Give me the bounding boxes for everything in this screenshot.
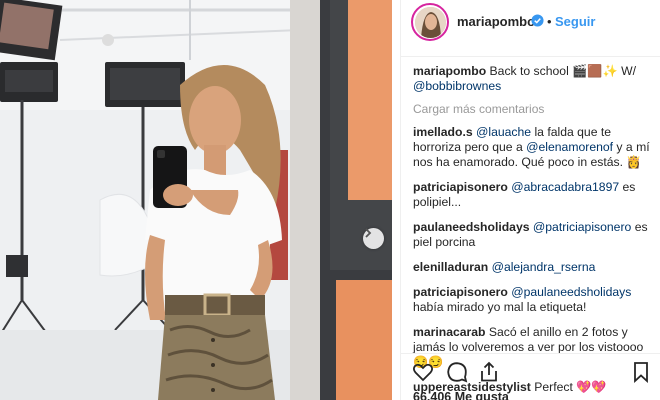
comment-mention[interactable]: @paulaneedsholidays (511, 285, 631, 299)
list-item: patriciapisonero @abracadabra1897 es pol… (413, 180, 653, 210)
comment-text: Back to school 🎬🟫✨ W/ (489, 64, 636, 78)
verified-badge-icon (531, 14, 544, 27)
comment-username[interactable]: patriciapisonero (413, 285, 508, 299)
post-side-panel: mariapombo • Seguir mariapombo Back to s… (400, 0, 660, 400)
comment-mention[interactable]: @patriciapisonero (533, 220, 631, 234)
avatar[interactable] (411, 3, 449, 41)
comment-username[interactable]: mariapombo (413, 64, 486, 78)
load-more-comments-link[interactable]: Cargar más comentarios (413, 102, 653, 117)
bookmark-icon[interactable] (629, 360, 653, 384)
comments-list: mariapombo Back to school 🎬🟫✨ W/ @bobbib… (413, 64, 653, 400)
actions-divider (401, 353, 660, 354)
post-author-username[interactable]: mariapombo (457, 14, 535, 29)
comment-mention[interactable]: @lauache (476, 125, 531, 139)
comment-mention[interactable]: @bobbibrownes (413, 79, 501, 93)
chevron-right-icon (365, 228, 372, 238)
post-photo[interactable] (0, 0, 392, 400)
header-divider (401, 56, 660, 57)
heart-icon[interactable] (411, 360, 435, 384)
list-item: patriciapisonero @paulaneedsholidays hab… (413, 285, 653, 315)
share-icon[interactable] (477, 360, 501, 384)
comment-username[interactable]: paulaneedsholidays (413, 220, 530, 234)
header-separator-dot: • (547, 14, 552, 29)
avatar-image (414, 6, 446, 38)
list-item: elenilladuran @alejandra_rserna (413, 260, 653, 275)
comment-text: Perfect 💖💖 (534, 380, 607, 394)
caption: mariapombo Back to school 🎬🟫✨ W/ @bobbib… (413, 64, 653, 94)
comment-username[interactable]: marinacarab (413, 325, 486, 339)
comment-username[interactable]: elenilladuran (413, 260, 488, 274)
carousel-next-button[interactable] (363, 228, 384, 249)
comment-bubble-icon[interactable] (445, 360, 469, 384)
comment-username[interactable]: patriciapisonero (413, 180, 508, 194)
comment-mention[interactable]: @abracadabra1897 (511, 180, 619, 194)
post-header: mariapombo • Seguir (401, 0, 660, 44)
comment-username[interactable]: imellado.s (413, 125, 473, 139)
comment-mention[interactable]: @alejandra_rserna (492, 260, 596, 274)
comment-text: había mirado yo mal la etiqueta! (413, 300, 587, 314)
comment-mention[interactable]: @elenamorenof (526, 140, 613, 154)
likes-count[interactable]: 66.406 Me gusta (413, 390, 509, 400)
follow-button[interactable]: Seguir (555, 14, 595, 29)
list-item: imellado.s @lauache la falda que te horr… (413, 125, 653, 170)
list-item: paulaneedsholidays @patriciapisonero es … (413, 220, 653, 250)
mirror-selfie-image (0, 0, 392, 400)
